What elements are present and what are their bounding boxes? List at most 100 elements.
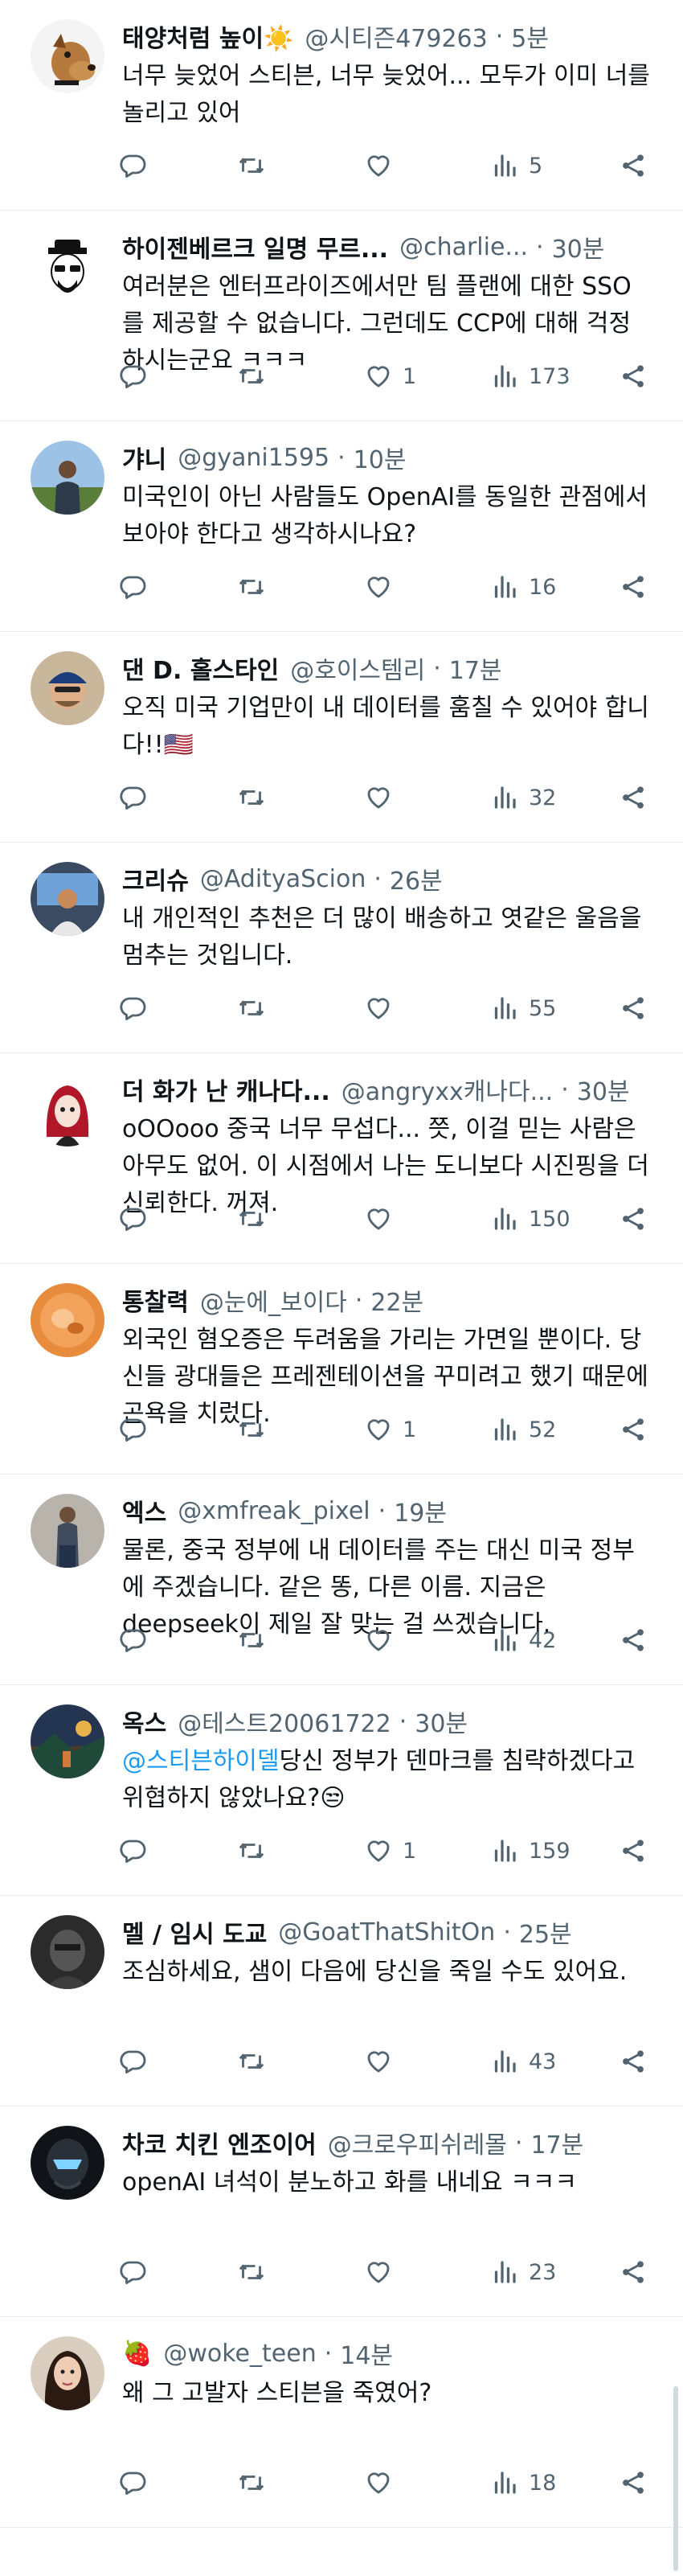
user-handle[interactable]: @호이스템리 (290, 650, 425, 686)
like-button[interactable]: 1 (364, 1413, 416, 1446)
reply-button[interactable] (118, 1203, 157, 1235)
user-handle[interactable]: @시티즌479263 (305, 18, 487, 54)
like-button[interactable] (364, 1203, 403, 1235)
views-button[interactable]: 55 (490, 992, 556, 1024)
reply-tweet[interactable]: 갸니 @gyani1595 · 10분 미국인이 아닌 사람들도 OpenAI를… (0, 421, 683, 632)
reply-button[interactable] (118, 571, 157, 603)
retweet-button[interactable] (237, 1624, 276, 1656)
avatar[interactable] (31, 2126, 104, 2200)
timestamp[interactable]: 30분 (552, 229, 605, 265)
mention-link[interactable]: @스티븐하이델 (122, 1747, 280, 1775)
avatar[interactable] (31, 862, 104, 936)
reply-button[interactable] (118, 1413, 157, 1446)
user-handle[interactable]: @AdityaScion (200, 865, 366, 893)
display-name[interactable]: 옥스 (122, 1704, 166, 1739)
like-button[interactable]: 1 (364, 1835, 416, 1867)
user-handle[interactable]: @gyani1595 (178, 444, 329, 472)
timestamp[interactable]: 19분 (394, 1493, 447, 1528)
user-handle[interactable]: @charlie... (399, 233, 528, 261)
views-button[interactable]: 18 (490, 2467, 556, 2499)
retweet-button[interactable] (237, 1413, 276, 1446)
display-name[interactable]: 태양처럼 높이☀️ (122, 18, 293, 54)
views-button[interactable]: 5 (490, 150, 542, 182)
avatar[interactable] (31, 1494, 104, 1568)
timestamp[interactable]: 17분 (530, 2125, 583, 2160)
views-button[interactable]: 32 (490, 781, 556, 814)
views-button[interactable]: 16 (490, 571, 556, 603)
avatar[interactable] (31, 1915, 104, 1989)
share-button[interactable] (619, 150, 648, 182)
timestamp[interactable]: 26분 (390, 861, 443, 896)
views-button[interactable]: 52 (490, 1413, 556, 1446)
like-button[interactable] (364, 150, 403, 182)
display-name[interactable]: 댄 D. 홀스타인 (122, 650, 279, 686)
reply-button[interactable] (118, 2467, 157, 2499)
retweet-button[interactable] (237, 1203, 276, 1235)
reply-tweet[interactable]: 옥스 @테스트20061722 · 30분 @스티븐하이델당신 정부가 덴마크를… (0, 1685, 683, 1896)
reply-tweet[interactable]: 태양처럼 높이☀️ @시티즌479263 · 5분 너무 늦었어 스티븐, 너무… (0, 0, 683, 211)
scrollbar-thumb[interactable] (673, 2386, 678, 2571)
like-button[interactable] (364, 571, 403, 603)
share-button[interactable] (619, 2256, 648, 2288)
timestamp[interactable]: 22분 (370, 1282, 423, 1318)
like-button[interactable]: 1 (364, 360, 416, 392)
like-button[interactable] (364, 2467, 403, 2499)
reply-button[interactable] (118, 360, 157, 392)
retweet-button[interactable] (237, 360, 276, 392)
avatar[interactable] (31, 651, 104, 725)
timestamp[interactable]: 14분 (340, 2336, 393, 2371)
reply-button[interactable] (118, 2256, 157, 2288)
reply-button[interactable] (118, 2045, 157, 2078)
retweet-button[interactable] (237, 1835, 276, 1867)
timestamp[interactable]: 25분 (519, 1914, 572, 1950)
timestamp[interactable]: 30분 (577, 1072, 630, 1107)
reply-button[interactable] (118, 1624, 157, 1656)
reply-tweet[interactable]: 🍓 @woke_teen · 14분 왜 그 고발자 스티븐을 죽였어? 18 (0, 2317, 683, 2528)
share-button[interactable] (619, 571, 648, 603)
avatar[interactable] (31, 2336, 104, 2410)
views-button[interactable]: 173 (490, 360, 571, 392)
retweet-button[interactable] (237, 781, 276, 814)
timestamp[interactable]: 30분 (415, 1704, 468, 1739)
user-handle[interactable]: @xmfreak_pixel (178, 1497, 370, 1525)
display-name[interactable]: 하이젠베르크 일명 무르... (122, 229, 388, 265)
views-button[interactable]: 23 (490, 2256, 556, 2288)
views-button[interactable]: 150 (490, 1203, 571, 1235)
like-button[interactable] (364, 992, 403, 1024)
share-button[interactable] (619, 1203, 648, 1235)
like-button[interactable] (364, 1624, 403, 1656)
avatar[interactable] (31, 1073, 104, 1146)
reply-tweet[interactable]: 크리슈 @AdityaScion · 26분 내 개인적인 추천은 더 많이 배… (0, 843, 683, 1053)
like-button[interactable] (364, 2256, 403, 2288)
user-handle[interactable]: @woke_teen (163, 2340, 316, 2368)
display-name[interactable]: 통찰력 (122, 1282, 189, 1318)
share-button[interactable] (619, 1413, 648, 1446)
display-name[interactable]: 차코 치킨 엔조이어 (122, 2125, 317, 2160)
avatar[interactable] (31, 1283, 104, 1357)
reply-button[interactable] (118, 150, 157, 182)
reply-tweet[interactable]: 멜 / 임시 도교 @GoatThatShitOn · 25분 조심하세요, 샘… (0, 1896, 683, 2106)
avatar[interactable] (31, 1704, 104, 1778)
views-button[interactable]: 43 (490, 2045, 556, 2078)
share-button[interactable] (619, 781, 648, 814)
reply-tweet[interactable]: 통찰력 @눈에_보이다 · 22분 외국인 혐오증은 두려움을 가리는 가면일 … (0, 1264, 683, 1475)
reply-button[interactable] (118, 992, 157, 1024)
user-handle[interactable]: @눈에_보이다 (200, 1282, 347, 1318)
share-button[interactable] (619, 2045, 648, 2078)
reply-tweet[interactable]: 차코 치킨 엔조이어 @크로우피쉬레몰 · 17분 openAI 녀석이 분노하… (0, 2106, 683, 2317)
like-button[interactable] (364, 2045, 403, 2078)
share-button[interactable] (619, 1835, 648, 1867)
timestamp[interactable]: 10분 (354, 440, 407, 475)
reply-tweet[interactable]: 하이젠베르크 일명 무르... @charlie... · 30분 여러분은 엔… (0, 211, 683, 421)
like-button[interactable] (364, 781, 403, 814)
share-button[interactable] (619, 2467, 648, 2499)
display-name[interactable]: 🍓 (122, 2340, 152, 2368)
share-button[interactable] (619, 992, 648, 1024)
retweet-button[interactable] (237, 2467, 276, 2499)
retweet-button[interactable] (237, 992, 276, 1024)
display-name[interactable]: 엑스 (122, 1493, 166, 1528)
reply-button[interactable] (118, 781, 157, 814)
avatar[interactable] (31, 441, 104, 515)
display-name[interactable]: 멜 / 임시 도교 (122, 1914, 267, 1950)
share-button[interactable] (619, 1624, 648, 1656)
